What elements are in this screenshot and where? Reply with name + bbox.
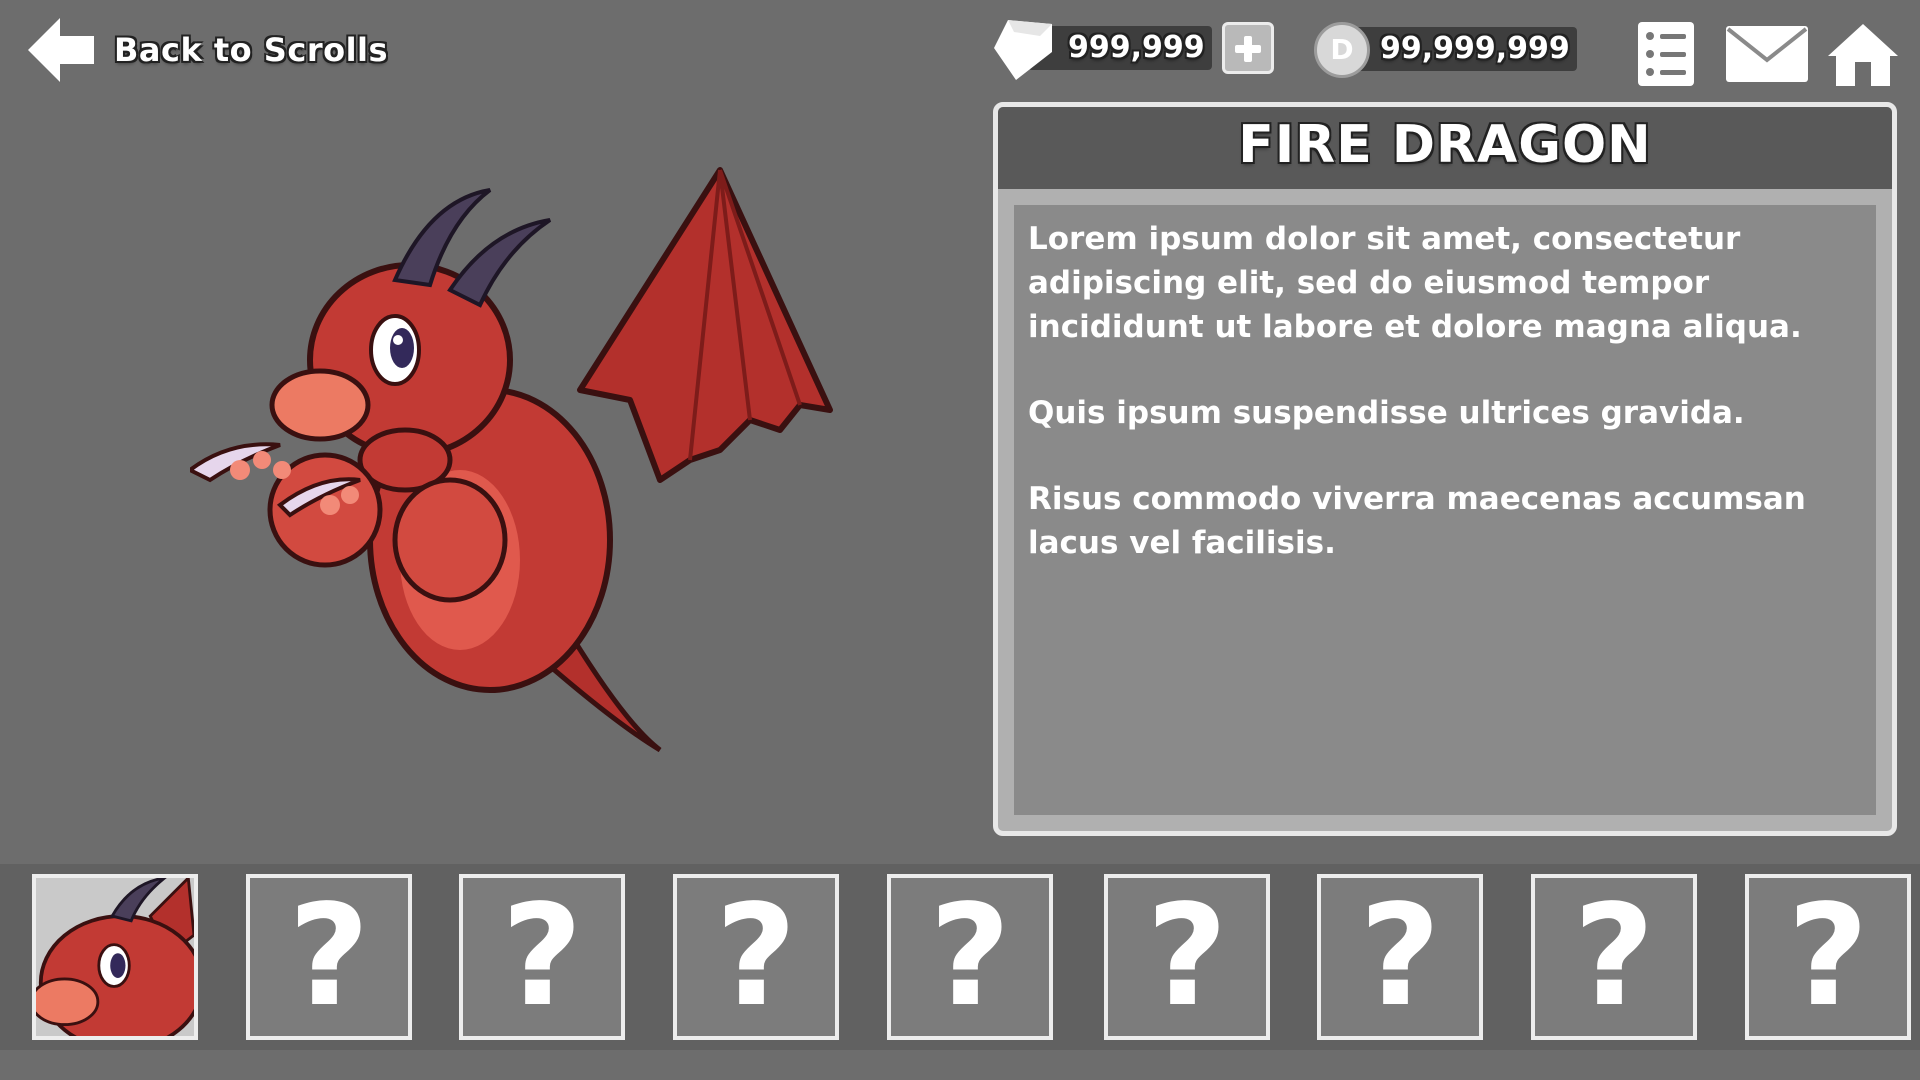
coin-counter: D 99,999,999 (1314, 22, 1579, 78)
creature-name: FIRE DRAGON (1238, 115, 1652, 175)
collection-slot-locked[interactable]: ? (887, 874, 1053, 1040)
panel-header: FIRE DRAGON (998, 107, 1892, 189)
collection-slot-locked[interactable]: ? (1104, 874, 1270, 1040)
collection-slot-locked[interactable]: ? (459, 874, 625, 1040)
locked-symbol: ? (1359, 875, 1441, 1038)
locked-symbol: ? (715, 875, 797, 1038)
collection-slot-locked[interactable]: ? (1745, 874, 1911, 1040)
description-paragraph: Quis ipsum suspendisse ultrices gravida. (1028, 395, 1745, 431)
gem-counter: 999,999 (990, 18, 1275, 80)
back-arrow-icon (28, 18, 94, 82)
back-to-scrolls-button[interactable]: Back to Scrolls (26, 14, 388, 86)
task-list-icon[interactable] (1638, 22, 1694, 86)
mail-icon[interactable] (1726, 26, 1808, 82)
collection-slot-fire-dragon[interactable] (32, 874, 198, 1040)
coin-letter: D (1330, 33, 1354, 66)
collection-slot-locked[interactable]: ? (1317, 874, 1483, 1040)
description-paragraph: Risus commodo viverra maecenas accumsan … (1028, 481, 1806, 561)
coin-icon: D (1314, 22, 1370, 78)
back-label: Back to Scrolls (114, 31, 389, 69)
collection-strip: ? ? ? ? ? ? ? ? (0, 864, 1920, 1050)
description-paragraph: Lorem ipsum dolor sit amet, consectetur … (1028, 221, 1802, 345)
home-icon[interactable] (1828, 22, 1898, 86)
creature-description[interactable]: Lorem ipsum dolor sit amet, consectetur … (1014, 205, 1876, 815)
creature-info-panel: FIRE DRAGON Lorem ipsum dolor sit amet, … (993, 102, 1897, 836)
locked-symbol: ? (1146, 875, 1228, 1038)
fire-dragon-illustration (190, 167, 833, 753)
buy-gems-button[interactable] (1222, 22, 1274, 74)
gem-count: 999,999 (1068, 30, 1205, 65)
collection-slot-locked[interactable]: ? (673, 874, 839, 1040)
locked-symbol: ? (288, 875, 370, 1038)
locked-symbol: ? (501, 875, 583, 1038)
locked-symbol: ? (1573, 875, 1655, 1038)
fire-dragon-thumbnail-icon (36, 878, 194, 1036)
coin-count: 99,999,999 (1380, 31, 1570, 66)
locked-symbol: ? (1787, 875, 1869, 1038)
locked-symbol: ? (929, 875, 1011, 1038)
gem-icon (994, 20, 1052, 80)
collection-slot-locked[interactable]: ? (246, 874, 412, 1040)
collection-slot-locked[interactable]: ? (1531, 874, 1697, 1040)
